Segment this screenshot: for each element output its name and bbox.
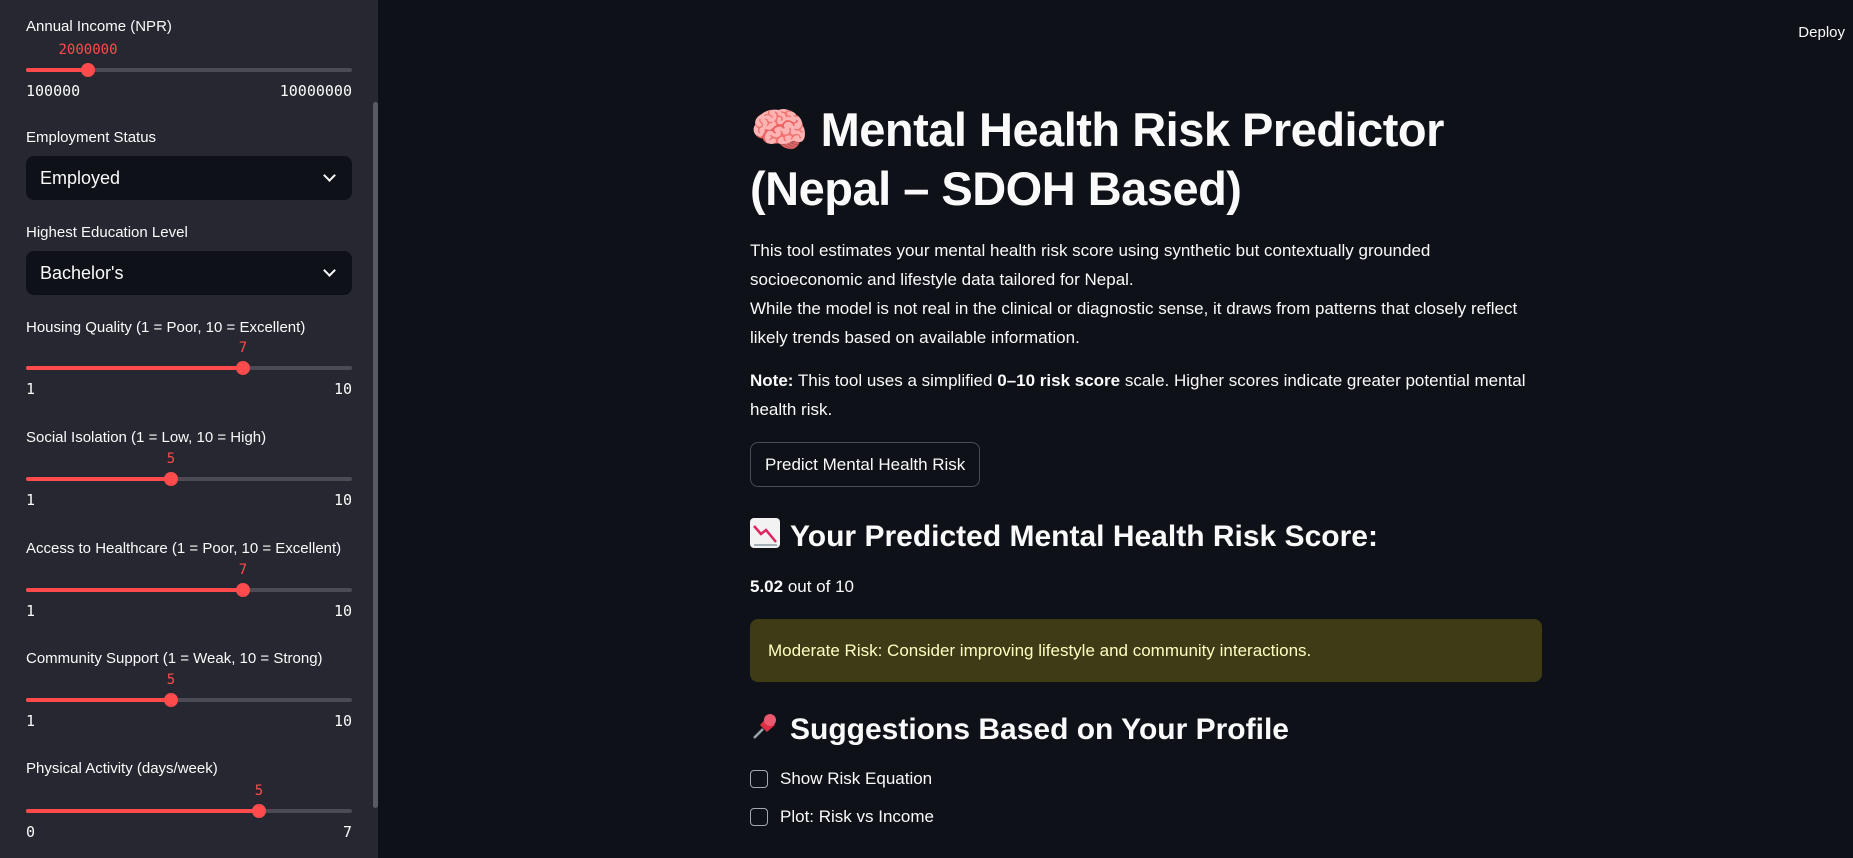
deploy-button[interactable]: Deploy: [1798, 24, 1845, 41]
activity-slider[interactable]: 5 0 7: [26, 783, 352, 841]
brain-icon: 🧠: [750, 103, 809, 156]
sidebar: Annual Income (NPR) 2000000 100000 10000…: [0, 0, 378, 858]
isolation-value: 5: [166, 451, 176, 467]
activity-track[interactable]: [26, 809, 352, 813]
healthcare-slider[interactable]: 7 1 10: [26, 562, 352, 620]
housing-thumb[interactable]: [236, 361, 250, 375]
chevron-down-icon: [323, 264, 336, 277]
income-min: 100000: [26, 82, 81, 100]
score-text: 5.02 out of 10: [750, 575, 1542, 599]
community-max: 10: [333, 712, 352, 730]
income-slider[interactable]: 2000000 100000 10000000: [26, 42, 352, 100]
education-label: Highest Education Level: [26, 224, 188, 241]
risk-alert: Moderate Risk: Consider improving lifest…: [750, 619, 1542, 682]
community-value: 5: [166, 672, 176, 688]
description-line-2: While the model is not real in the clini…: [750, 299, 1518, 347]
community-track[interactable]: [26, 698, 352, 702]
community-min: 1: [26, 712, 36, 730]
checkbox-box[interactable]: [750, 808, 768, 826]
activity-min: 0: [26, 823, 36, 841]
isolation-slider[interactable]: 5 1 10: [26, 451, 352, 509]
education-selected: Bachelor's: [40, 262, 124, 283]
housing-max: 10: [333, 380, 352, 398]
description: This tool estimates your mental health r…: [750, 236, 1542, 352]
income-max: 10000000: [279, 82, 352, 100]
plot-income-checkbox[interactable]: Plot: Risk vs Income: [750, 802, 1542, 832]
activity-value: 5: [254, 783, 264, 799]
isolation-label: Social Isolation (1 = Low, 10 = High): [26, 429, 267, 446]
income-label: Annual Income (NPR): [26, 18, 172, 35]
show-equation-label: Show Risk Equation: [780, 769, 933, 788]
housing-fill: [26, 366, 243, 370]
activity-label: Physical Activity (days/week): [26, 760, 218, 777]
chart-decreasing-icon: [750, 518, 780, 548]
score-value: 5.02: [750, 577, 784, 596]
community-label: Community Support (1 = Weak, 10 = Strong…: [26, 650, 323, 667]
note-scale: 0–10 risk score: [997, 371, 1121, 390]
income-thumb[interactable]: [81, 63, 95, 77]
suggestions-heading: Suggestions Based on Your Profile: [750, 710, 1542, 750]
main-content: 🧠 Mental Health Risk Predictor (Nepal – …: [750, 100, 1542, 832]
housing-min: 1: [26, 380, 36, 398]
employment-label: Employment Status: [26, 129, 157, 146]
healthcare-min: 1: [26, 602, 36, 620]
page-title-text: Mental Health Risk Predictor (Nepal – SD…: [750, 103, 1444, 215]
employment-selected: Employed: [40, 167, 121, 188]
healthcare-value: 7: [238, 562, 248, 578]
healthcare-max: 10: [333, 602, 352, 620]
activity-fill: [26, 809, 259, 813]
isolation-min: 1: [26, 491, 36, 509]
risk-alert-text: Moderate Risk: Consider improving lifest…: [768, 640, 1312, 660]
note-text: Note: This tool uses a simplified 0–10 r…: [750, 366, 1542, 424]
community-thumb[interactable]: [164, 693, 178, 707]
description-line-1: This tool estimates your mental health r…: [750, 241, 1431, 289]
note-prefix: Note:: [750, 371, 794, 390]
score-heading-text: Your Predicted Mental Health Risk Score:: [790, 520, 1378, 553]
community-fill: [26, 698, 171, 702]
isolation-track[interactable]: [26, 477, 352, 481]
plot-income-label: Plot: Risk vs Income: [780, 807, 934, 826]
activity-max: 7: [342, 823, 352, 841]
show-equation-checkbox[interactable]: Show Risk Equation: [750, 764, 1542, 794]
isolation-max: 10: [333, 491, 352, 509]
housing-track[interactable]: [26, 366, 352, 370]
chevron-down-icon: [323, 169, 336, 182]
score-heading: Your Predicted Mental Health Risk Score:: [750, 517, 1542, 557]
isolation-thumb[interactable]: [164, 472, 178, 486]
income-track[interactable]: [26, 68, 352, 72]
predict-button[interactable]: Predict Mental Health Risk: [750, 442, 981, 487]
income-fill: [26, 68, 88, 72]
page-title: 🧠 Mental Health Risk Predictor (Nepal – …: [750, 100, 1542, 218]
housing-slider[interactable]: 7 1 10: [26, 340, 352, 398]
healthcare-track[interactable]: [26, 588, 352, 592]
housing-value: 7: [238, 340, 248, 356]
pushpin-icon: [750, 711, 780, 741]
housing-label: Housing Quality (1 = Poor, 10 = Excellen…: [26, 319, 306, 336]
healthcare-label: Access to Healthcare (1 = Poor, 10 = Exc…: [26, 540, 342, 557]
suggestions-heading-text: Suggestions Based on Your Profile: [790, 713, 1289, 746]
healthcare-fill: [26, 588, 243, 592]
isolation-fill: [26, 477, 171, 481]
note-mid: This tool uses a simplified: [793, 371, 998, 390]
community-slider[interactable]: 5 1 10: [26, 672, 352, 730]
healthcare-thumb[interactable]: [236, 583, 250, 597]
score-suffix: out of 10: [783, 577, 854, 596]
sidebar-scrollbar[interactable]: [373, 102, 378, 808]
employment-select[interactable]: Employed: [26, 156, 352, 200]
income-value: 2000000: [58, 42, 118, 58]
education-select[interactable]: Bachelor's: [26, 251, 352, 295]
activity-thumb[interactable]: [252, 804, 266, 818]
checkbox-box[interactable]: [750, 770, 768, 788]
